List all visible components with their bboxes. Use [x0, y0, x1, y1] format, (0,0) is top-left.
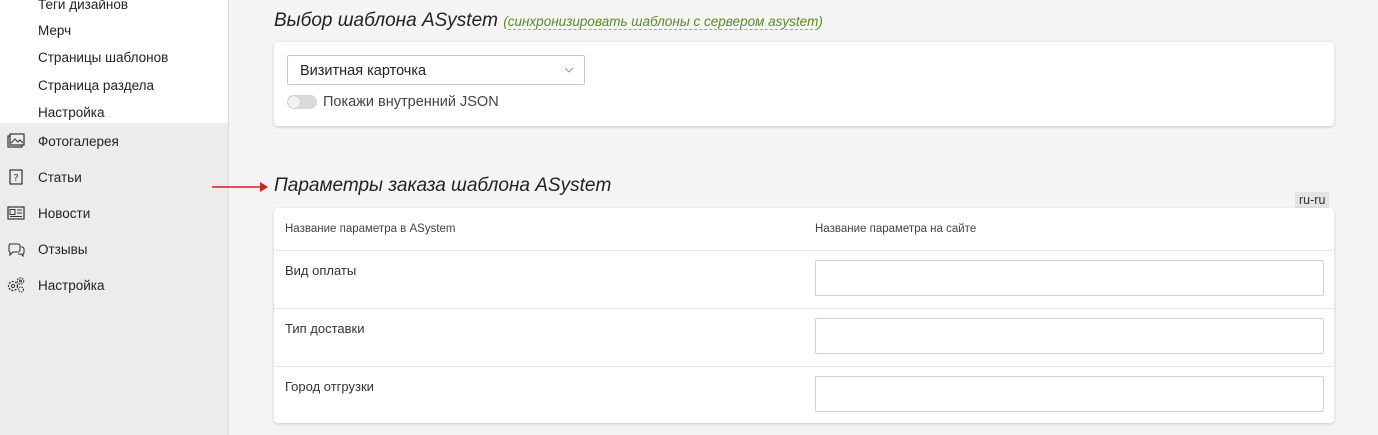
param-site-input-payment[interactable]	[815, 260, 1324, 296]
param-site-input-delivery[interactable]	[815, 318, 1324, 354]
sidebar: Теги дизайнов Мерч Страницы шаблонов Стр…	[0, 0, 229, 435]
language-badge: ru-ru	[1295, 192, 1330, 208]
params-table-header: Название параметра в ASystem Название па…	[274, 208, 1334, 251]
params-table-card: Название параметра в ASystem Название па…	[274, 208, 1334, 423]
chat-bubbles-icon	[6, 239, 26, 259]
table-row: Вид оплаты	[274, 250, 1334, 309]
photo-gallery-icon	[6, 131, 26, 151]
chevron-down-icon	[564, 67, 574, 73]
sidebar-item-label: Новости	[38, 205, 91, 221]
show-json-toggle[interactable]	[287, 95, 317, 109]
newspaper-icon	[6, 203, 26, 223]
sidebar-item-articles[interactable]: ? Статьи	[0, 159, 228, 195]
json-toggle-row: Покажи внутренний JSON	[287, 92, 499, 112]
param-site-input-city[interactable]	[815, 376, 1324, 412]
sidebar-item-settings[interactable]: Настройка	[0, 267, 228, 303]
svg-text:?: ?	[13, 173, 18, 184]
show-json-label: Покажи внутренний JSON	[323, 94, 499, 110]
template-select[interactable]: Визитная карточка	[287, 55, 585, 85]
question-icon: ?	[6, 167, 26, 187]
sidebar-item-news[interactable]: Новости	[0, 195, 228, 231]
sidebar-item-label: Настройка	[38, 277, 105, 293]
sidebar-subitem-merch[interactable]: Мерч	[38, 22, 71, 40]
sidebar-main-menu: Фотогалерея ? Статьи Новости Отзывы Наст…	[0, 123, 228, 435]
template-select-card: Визитная карточка Покажи внутренний JSON	[274, 42, 1334, 126]
table-row: Город отгрузки	[274, 366, 1334, 424]
sidebar-subitem-template-pages[interactable]: Страницы шаблонов	[38, 49, 168, 67]
sidebar-subitem-design-tags[interactable]: Теги дизайнов	[38, 0, 128, 14]
table-row: Тип доставки	[274, 308, 1334, 367]
sidebar-item-reviews[interactable]: Отзывы	[0, 231, 228, 267]
sync-paren-close: )	[818, 14, 823, 29]
sidebar-subitem-section-page[interactable]: Страница раздела	[38, 77, 154, 95]
sidebar-item-label: Фотогалерея	[38, 133, 119, 149]
sync-templates-link[interactable]: синхронизировать шаблоны с сервером asys…	[507, 14, 819, 30]
param-name: Вид оплаты	[285, 263, 357, 278]
col-header-asystem: Название параметра в ASystem	[285, 223, 456, 235]
param-name: Город отгрузки	[285, 379, 374, 394]
template-select-value: Визитная карточка	[300, 63, 427, 79]
params-section-title: Параметры заказа шаблона ASystem	[274, 175, 612, 196]
gears-icon	[6, 275, 26, 295]
sidebar-item-label: Отзывы	[38, 241, 88, 257]
template-title-text: Выбор шаблона ASystem	[274, 10, 498, 31]
toggle-knob	[288, 96, 300, 108]
sidebar-item-photo-gallery[interactable]: Фотогалерея	[0, 123, 228, 159]
sidebar-subitem-settings[interactable]: Настройка	[38, 104, 104, 122]
sync-templates-link-wrapper: (синхронизировать шаблоны с сервером asy…	[503, 14, 823, 30]
param-name: Тип доставки	[285, 321, 365, 336]
col-header-site: Название параметра на сайте	[815, 223, 977, 235]
main-content: Выбор шаблона ASystem (синхронизировать …	[229, 0, 1378, 435]
template-section-title: Выбор шаблона ASystem (синхронизировать …	[274, 10, 823, 32]
sidebar-item-label: Статьи	[38, 169, 82, 185]
